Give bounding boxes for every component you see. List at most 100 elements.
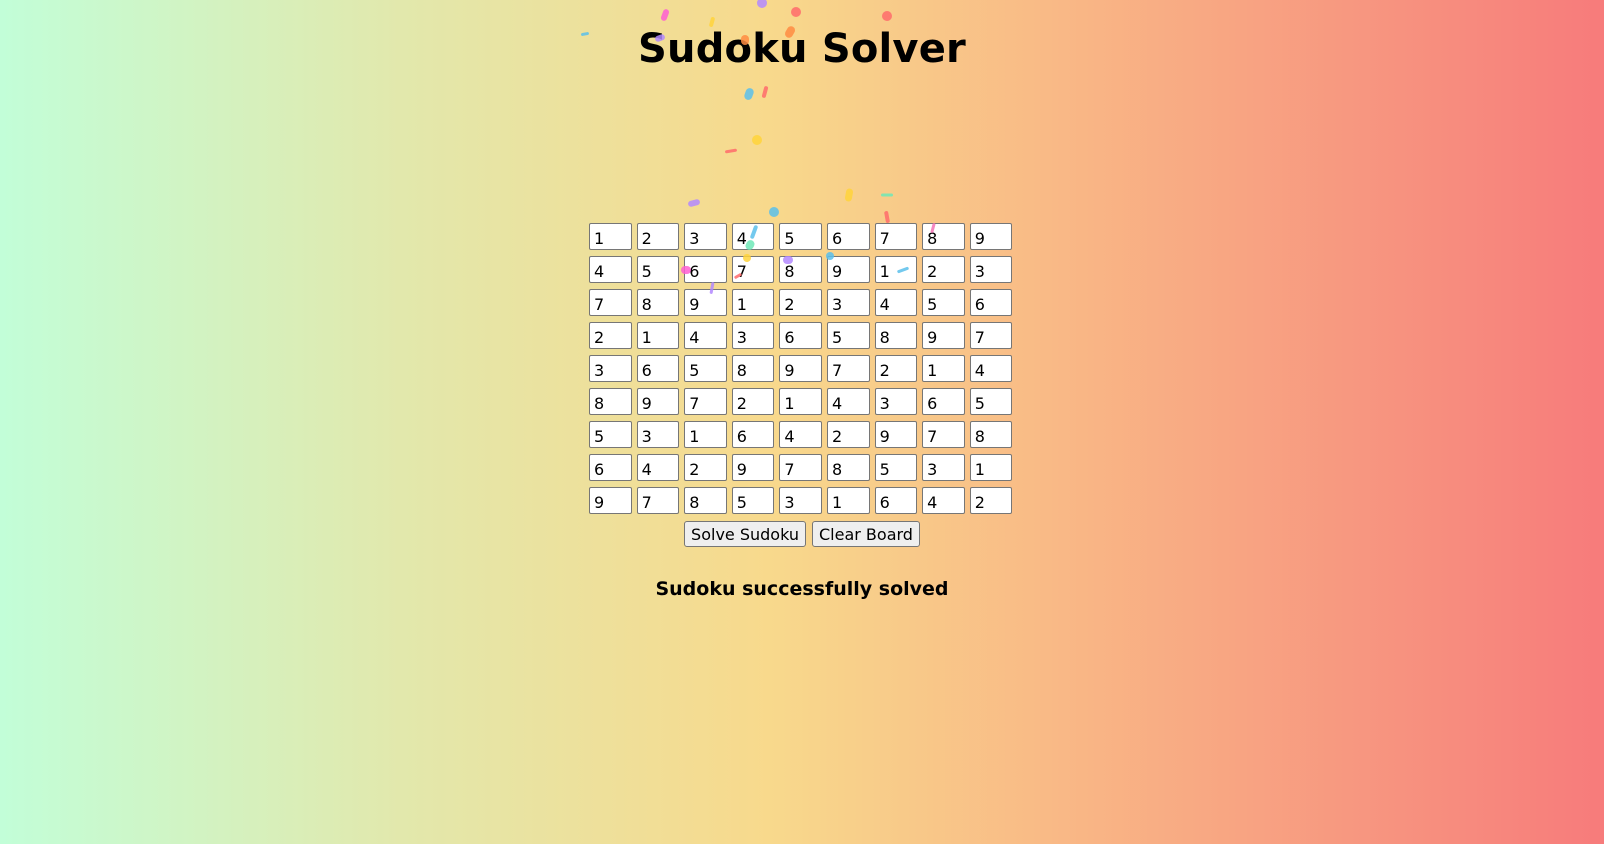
sudoku-cell[interactable]	[779, 487, 822, 514]
sudoku-cell[interactable]	[636, 256, 680, 283]
sudoku-cell[interactable]	[779, 355, 822, 382]
sudoku-cell[interactable]	[589, 256, 632, 283]
sudoku-cell[interactable]	[826, 454, 870, 481]
sudoku-cell[interactable]	[874, 421, 918, 448]
button-bar: Solve Sudoku Clear Board	[0, 521, 1604, 547]
confetti-piece	[881, 193, 893, 197]
confetti-piece	[882, 11, 892, 21]
sudoku-cell[interactable]	[874, 256, 918, 283]
sudoku-cell[interactable]	[874, 355, 918, 382]
sudoku-cell[interactable]	[731, 421, 775, 448]
sudoku-row	[589, 487, 1014, 515]
sudoku-cell[interactable]	[589, 223, 632, 250]
sudoku-cell[interactable]	[874, 487, 918, 514]
sudoku-cell[interactable]	[874, 388, 918, 415]
sudoku-cell[interactable]	[684, 355, 727, 382]
sudoku-cell[interactable]	[589, 487, 632, 514]
sudoku-cell[interactable]	[636, 487, 680, 514]
sudoku-cell[interactable]	[826, 487, 870, 514]
sudoku-cell[interactable]	[684, 322, 727, 349]
sudoku-cell[interactable]	[969, 454, 1013, 481]
sudoku-cell[interactable]	[969, 421, 1013, 448]
sudoku-cell[interactable]	[636, 454, 680, 481]
confetti-piece	[752, 135, 762, 145]
sudoku-cell[interactable]	[922, 289, 965, 316]
sudoku-cell[interactable]	[922, 487, 965, 514]
sudoku-cell[interactable]	[779, 421, 822, 448]
sudoku-cell[interactable]	[731, 289, 775, 316]
sudoku-row	[589, 289, 1014, 317]
sudoku-cell[interactable]	[589, 355, 632, 382]
sudoku-cell[interactable]	[826, 223, 870, 250]
sudoku-row	[589, 223, 1014, 251]
sudoku-cell[interactable]	[636, 355, 680, 382]
sudoku-cell[interactable]	[684, 421, 727, 448]
sudoku-cell[interactable]	[969, 322, 1013, 349]
sudoku-cell[interactable]	[826, 256, 870, 283]
confetti-piece	[884, 211, 890, 223]
sudoku-cell[interactable]	[731, 388, 775, 415]
sudoku-cell[interactable]	[969, 487, 1013, 514]
sudoku-cell[interactable]	[874, 454, 918, 481]
sudoku-cell[interactable]	[922, 388, 965, 415]
sudoku-row	[589, 454, 1014, 482]
sudoku-cell[interactable]	[779, 388, 822, 415]
sudoku-cell[interactable]	[731, 256, 775, 283]
sudoku-cell[interactable]	[589, 322, 632, 349]
sudoku-cell[interactable]	[922, 421, 965, 448]
confetti-piece	[660, 9, 670, 21]
confetti-piece	[844, 188, 854, 202]
page-title: Sudoku Solver	[638, 26, 966, 72]
sudoku-cell[interactable]	[589, 388, 632, 415]
sudoku-cell[interactable]	[922, 454, 965, 481]
sudoku-cell[interactable]	[684, 256, 727, 283]
sudoku-cell[interactable]	[969, 256, 1013, 283]
sudoku-cell[interactable]	[874, 223, 918, 250]
sudoku-row	[589, 421, 1014, 449]
sudoku-cell[interactable]	[731, 454, 775, 481]
sudoku-cell[interactable]	[779, 322, 822, 349]
sudoku-cell[interactable]	[826, 322, 870, 349]
confetti-piece	[769, 207, 779, 217]
sudoku-cell[interactable]	[874, 289, 918, 316]
sudoku-cell[interactable]	[969, 289, 1013, 316]
sudoku-cell[interactable]	[684, 289, 727, 316]
sudoku-cell[interactable]	[589, 454, 632, 481]
sudoku-cell[interactable]	[636, 223, 680, 250]
solve-sudoku-button[interactable]: Solve Sudoku	[684, 521, 806, 547]
sudoku-cell[interactable]	[589, 421, 632, 448]
sudoku-cell[interactable]	[731, 322, 775, 349]
sudoku-cell[interactable]	[779, 289, 822, 316]
sudoku-cell[interactable]	[731, 355, 775, 382]
sudoku-cell[interactable]	[636, 388, 680, 415]
sudoku-cell[interactable]	[826, 388, 870, 415]
clear-board-button[interactable]: Clear Board	[812, 521, 920, 547]
sudoku-cell[interactable]	[636, 421, 680, 448]
sudoku-cell[interactable]	[779, 256, 822, 283]
sudoku-cell[interactable]	[826, 355, 870, 382]
sudoku-cell[interactable]	[826, 421, 870, 448]
sudoku-cell[interactable]	[684, 454, 727, 481]
confetti-piece	[791, 7, 801, 17]
sudoku-cell[interactable]	[779, 454, 822, 481]
sudoku-cell[interactable]	[731, 223, 775, 250]
sudoku-cell[interactable]	[684, 388, 727, 415]
sudoku-cell[interactable]	[874, 322, 918, 349]
sudoku-row	[589, 355, 1014, 383]
sudoku-cell[interactable]	[636, 289, 680, 316]
sudoku-cell[interactable]	[779, 223, 822, 250]
sudoku-cell[interactable]	[969, 223, 1013, 250]
sudoku-cell[interactable]	[826, 289, 870, 316]
sudoku-cell[interactable]	[636, 322, 680, 349]
sudoku-cell[interactable]	[589, 289, 632, 316]
sudoku-cell[interactable]	[922, 355, 965, 382]
sudoku-cell[interactable]	[969, 355, 1013, 382]
sudoku-cell[interactable]	[684, 487, 727, 514]
sudoku-cell[interactable]	[731, 487, 775, 514]
sudoku-row	[589, 388, 1014, 416]
sudoku-cell[interactable]	[922, 322, 965, 349]
sudoku-cell[interactable]	[922, 223, 965, 250]
sudoku-cell[interactable]	[684, 223, 727, 250]
sudoku-cell[interactable]	[922, 256, 965, 283]
sudoku-cell[interactable]	[969, 388, 1013, 415]
